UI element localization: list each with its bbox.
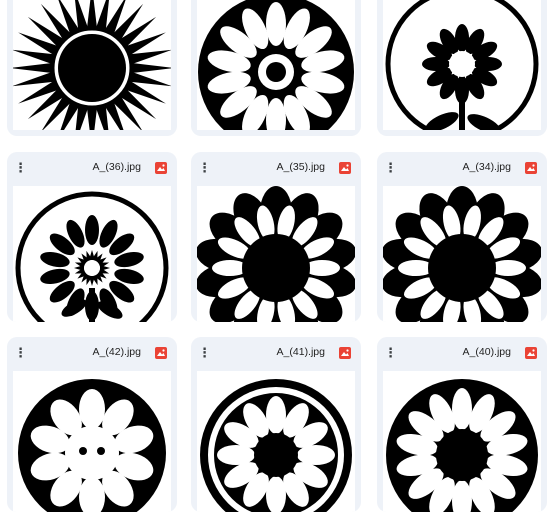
petal bbox=[79, 389, 105, 429]
more-options-icon[interactable]: ⋮ bbox=[14, 161, 27, 175]
more-options-icon[interactable]: ⋮ bbox=[198, 161, 211, 175]
sun-flower-icon bbox=[13, 0, 171, 130]
file-name: A_(34).jpg bbox=[462, 161, 511, 173]
image-file-icon bbox=[155, 162, 167, 174]
file-thumbnail[interactable] bbox=[197, 0, 355, 130]
file-thumbnail[interactable] bbox=[383, 0, 541, 130]
sunflower-icon bbox=[383, 186, 541, 322]
file-thumbnail[interactable] bbox=[13, 0, 171, 130]
petal bbox=[85, 291, 99, 321]
file-card[interactable]: ⋮ A_(36).jpg bbox=[7, 152, 177, 322]
ray bbox=[87, 108, 97, 130]
file-name: A_(41).jpg bbox=[276, 346, 325, 358]
file-card[interactable] bbox=[7, 0, 177, 136]
file-card-header: ⋮ A_(36).jpg bbox=[7, 152, 177, 184]
file-card[interactable]: ⋮ A_(41).jpg bbox=[191, 337, 361, 512]
file-name: A_(36).jpg bbox=[92, 161, 141, 173]
image-file-icon bbox=[339, 162, 351, 174]
file-card[interactable] bbox=[377, 0, 547, 136]
image-file-icon bbox=[525, 162, 537, 174]
ray bbox=[13, 63, 52, 73]
file-card[interactable]: ⋮ A_(42).jpg bbox=[7, 337, 177, 512]
image-file-icon bbox=[155, 347, 167, 359]
more-options-icon[interactable]: ⋮ bbox=[384, 346, 397, 360]
petal bbox=[452, 388, 472, 430]
ray bbox=[87, 0, 97, 28]
file-card-header: ⋮ A_(41).jpg bbox=[191, 337, 361, 369]
more-options-icon[interactable]: ⋮ bbox=[198, 346, 211, 360]
image-file-icon bbox=[339, 347, 351, 359]
daisy-ring-icon bbox=[200, 379, 352, 512]
file-card[interactable]: ⋮ A_(35).jpg bbox=[191, 152, 361, 322]
file-thumbnail[interactable] bbox=[383, 371, 541, 512]
file-thumbnail[interactable] bbox=[197, 371, 355, 512]
petal bbox=[85, 215, 99, 245]
file-name: A_(42).jpg bbox=[92, 346, 141, 358]
sunflower-stem-circle-icon bbox=[15, 191, 169, 322]
petal bbox=[266, 2, 286, 46]
file-card-header: ⋮ A_(34).jpg bbox=[377, 152, 547, 184]
image-file-icon bbox=[525, 347, 537, 359]
file-name: A_(40).jpg bbox=[462, 346, 511, 358]
more-options-icon[interactable]: ⋮ bbox=[14, 346, 27, 360]
flower-stem-circle-icon bbox=[385, 0, 539, 130]
daisy-circle-icon bbox=[198, 0, 354, 130]
petal bbox=[266, 396, 286, 434]
file-thumbnail[interactable] bbox=[13, 371, 171, 512]
file-card-header: ⋮ A_(40).jpg bbox=[377, 337, 547, 369]
file-thumbnail[interactable] bbox=[13, 186, 171, 322]
file-card[interactable]: ⋮ A_(34).jpg bbox=[377, 152, 547, 322]
petal bbox=[217, 445, 255, 465]
petal bbox=[297, 445, 335, 465]
file-card[interactable] bbox=[191, 0, 361, 136]
file-card-header: ⋮ A_(42).jpg bbox=[7, 337, 177, 369]
file-card-header: ⋮ A_(35).jpg bbox=[191, 152, 361, 184]
more-options-icon[interactable]: ⋮ bbox=[384, 161, 397, 175]
ray bbox=[132, 63, 171, 73]
file-name: A_(35).jpg bbox=[276, 161, 325, 173]
smiley-flower-icon bbox=[18, 379, 166, 512]
file-thumbnail[interactable] bbox=[383, 186, 541, 322]
file-thumbnail[interactable] bbox=[197, 186, 355, 322]
sunflower-icon bbox=[197, 186, 355, 322]
file-card[interactable]: ⋮ A_(40).jpg bbox=[377, 337, 547, 512]
daisy-circle-icon bbox=[386, 379, 538, 512]
